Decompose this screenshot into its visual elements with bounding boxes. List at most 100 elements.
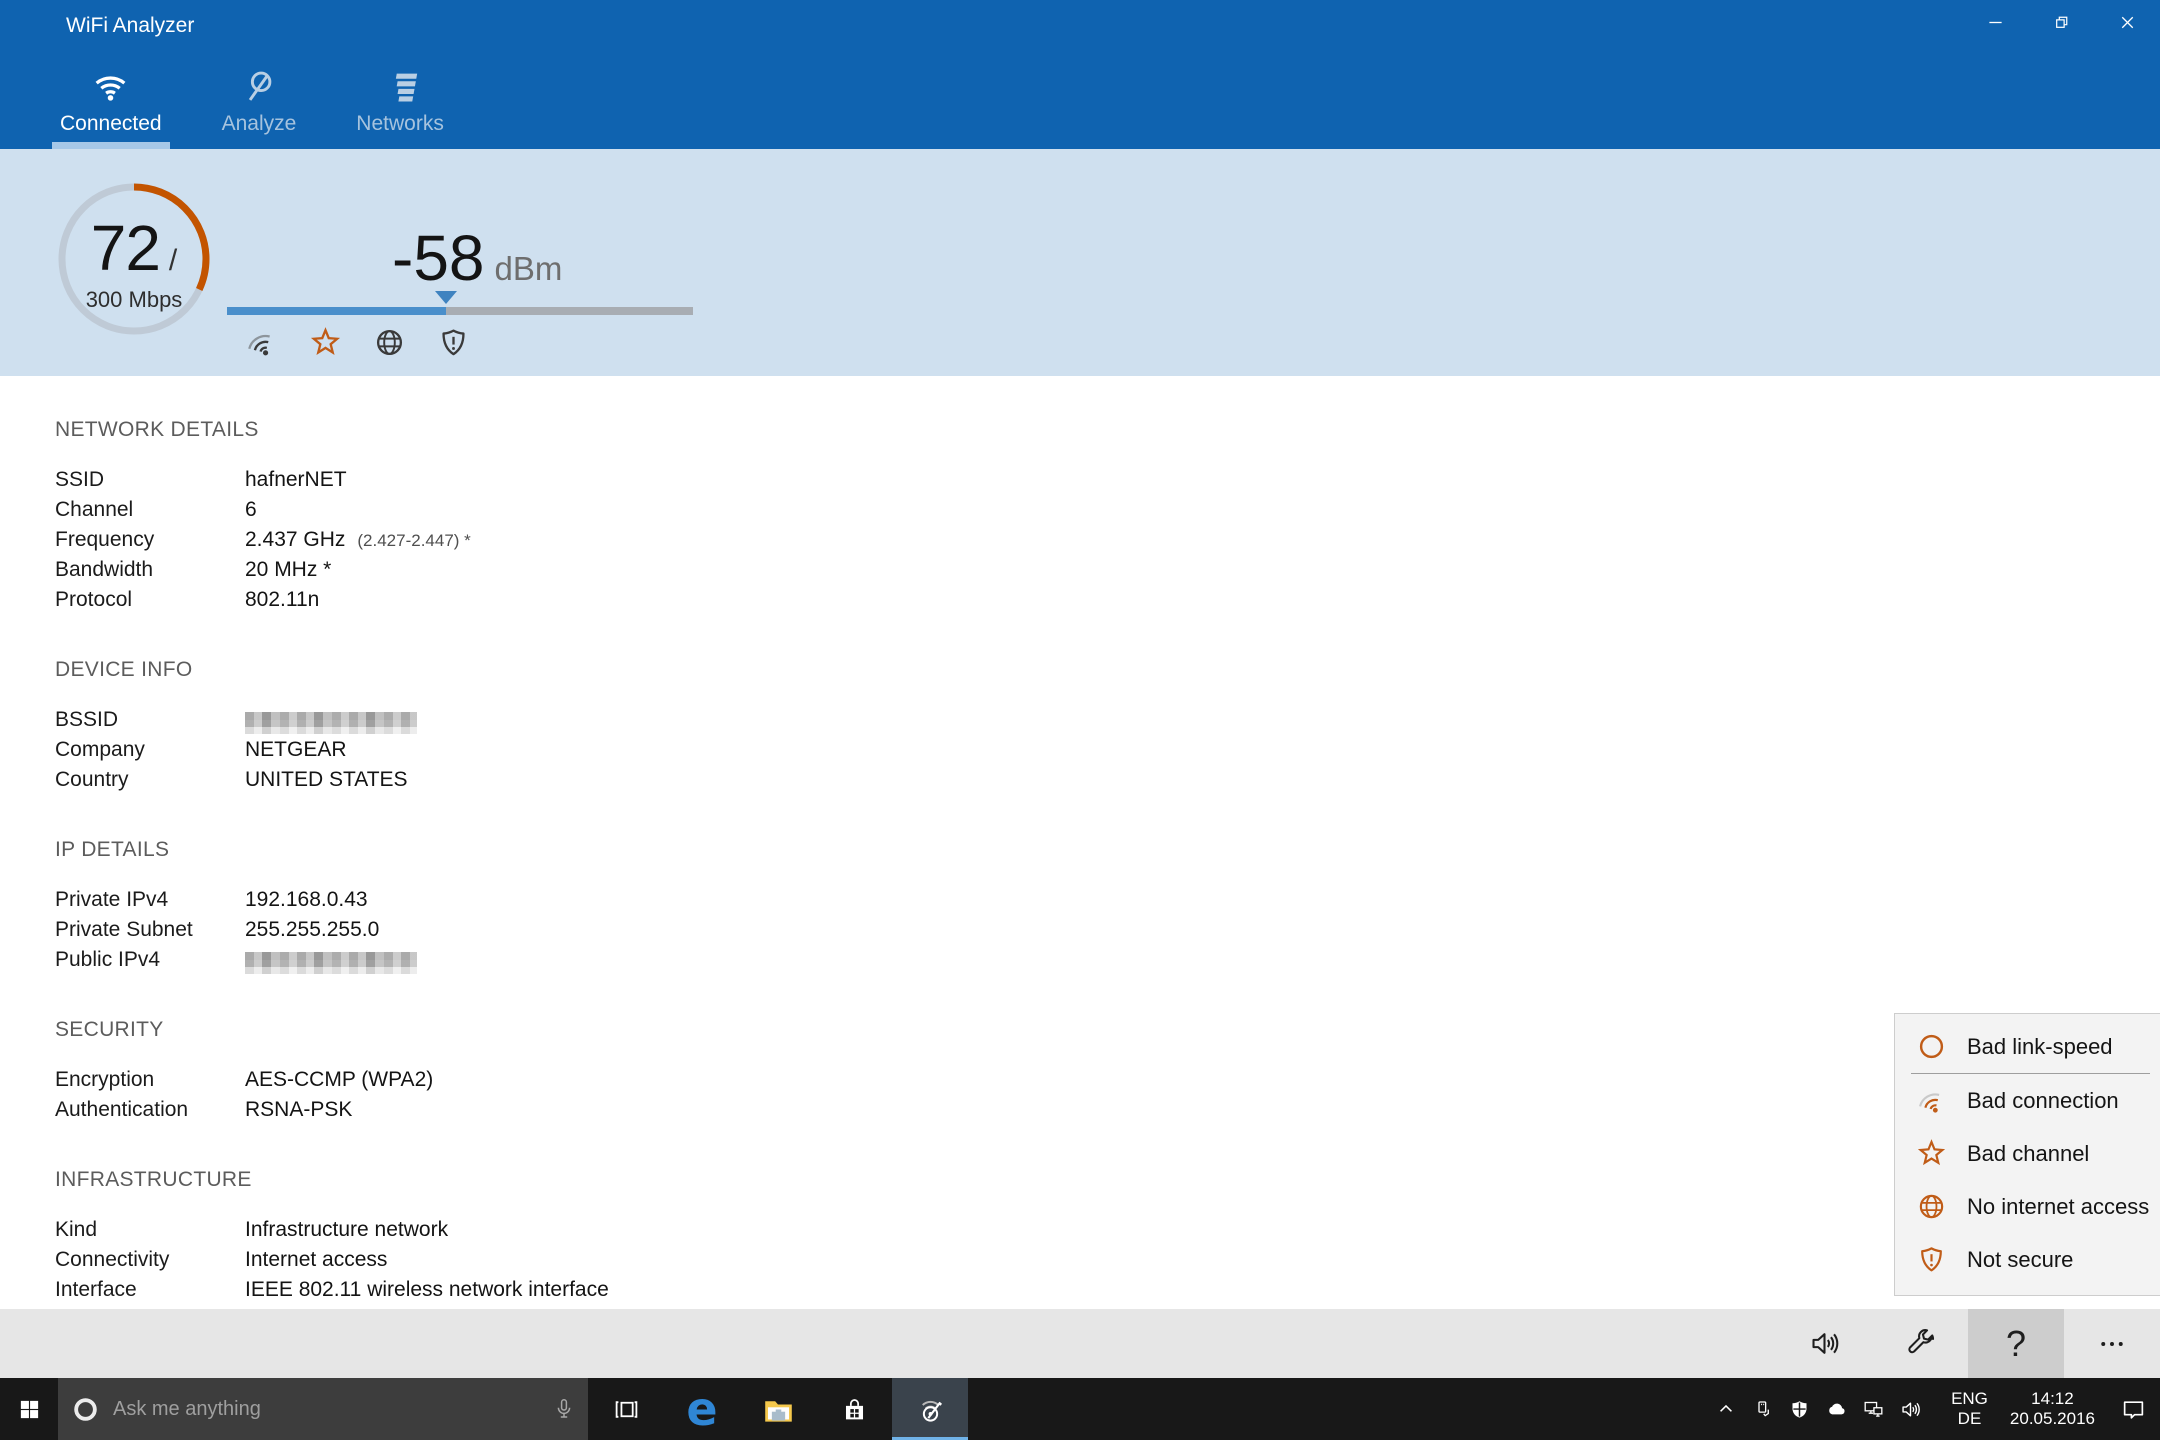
tray-volume-icon[interactable] [1892,1399,1929,1420]
signal-strength-value: -58 dBm [392,221,562,295]
tray-onedrive-icon[interactable] [1818,1399,1855,1420]
slider-fill [227,307,446,315]
maximize-button[interactable] [2028,0,2094,44]
wifi-analyzer-app-button[interactable] [892,1378,968,1440]
section-ip-details: IP DETAILSPrivate IPv4192.168.0.43Privat… [55,838,2160,978]
detail-label: BSSID [55,708,245,732]
system-tray: ENG DE 14:12 20.05.2016 [1707,1378,2160,1440]
tab-connected[interactable]: Connected [52,68,170,149]
shield-alert-icon [1915,1245,1947,1274]
detail-row: EncryptionAES-CCMP (WPA2) [55,1068,2160,1098]
tab-bar: Connected Analyze Networks [52,68,452,149]
file-explorer-app-button[interactable] [740,1378,816,1440]
task-view-button[interactable] [588,1378,664,1440]
title-bar: WiFi Analyzer ConnectedAnalyzeNetworks [0,0,2160,149]
detail-value: UNITED STATES [245,768,408,792]
tab-analyze[interactable]: Analyze [214,68,305,149]
edge-app-button[interactable]: e [664,1378,740,1440]
detail-value: 192.168.0.43 [245,888,368,912]
volume-button[interactable] [1776,1309,1872,1378]
detail-label: SSID [55,468,245,492]
detail-value: hafnerNET [245,468,347,492]
settings-wrench-button[interactable] [1872,1309,1968,1378]
detail-label: Bandwidth [55,558,245,582]
section-infrastructure: INFRASTRUCTURE KindInfrastructure network… [55,1168,2160,1308]
details-panel: NETWORK DETAILSSSIDhafnerNETChannel6Freq… [0,376,2160,1309]
search-input[interactable] [111,1397,552,1422]
legend-no-internet-access: No internet access [1895,1180,2160,1233]
search-box[interactable] [58,1378,588,1440]
help-button[interactable]: ? [1968,1309,2064,1378]
minimize-button[interactable] [1962,0,2028,44]
link-speed-gauge: 72/ 300 Mbps [56,181,212,337]
clock[interactable]: 14:12 20.05.2016 [2010,1389,2095,1429]
window-controls [1962,0,2160,44]
language-indicator[interactable]: ENG DE [1951,1389,1988,1429]
detail-value: IEEE 802.11 wireless network interface [245,1278,609,1302]
wifi-signal-icon [1915,1086,1947,1115]
detail-row: Protocol802.11n [55,588,2160,618]
tab-label: Analyze [222,112,297,136]
taskbar-apps: e [588,1378,968,1440]
detail-row: Channel6 [55,498,2160,528]
detail-row: Private IPv4192.168.0.43 [55,888,2160,918]
detail-label: Channel [55,498,245,522]
connection-quality-icon [246,327,277,358]
start-button[interactable] [0,1378,58,1440]
redacted-value [245,712,417,734]
tray-network-icon[interactable] [1855,1399,1892,1420]
internet-access-icon [374,327,405,358]
tray-defender-icon[interactable] [1781,1399,1818,1420]
detail-value: NETGEAR [245,738,347,762]
detail-label: Kind [55,1218,245,1242]
tray-usb-icon[interactable] [1744,1399,1781,1420]
detail-value: Infrastructure network [245,1218,448,1242]
taskbar: e ENG DE 14:12 20.05.2016 [0,1378,2160,1440]
star-icon [1915,1139,1947,1168]
close-button[interactable] [2094,0,2160,44]
tab-networks[interactable]: Networks [348,68,452,149]
detail-row: CompanyNETGEAR [55,738,2160,768]
section-title: SECURITY [55,1018,2160,1042]
security-icon [438,327,469,358]
detail-row: Public IPv4 [55,948,2160,978]
section-title: DEVICE INFO [55,658,2160,682]
networks-icon [383,68,418,104]
tab-label: Connected [60,112,162,136]
detail-row: KindInfrastructure network [55,1218,2160,1248]
language-secondary: DE [1951,1409,1988,1429]
detail-value: RSNA-PSK [245,1098,352,1122]
detail-row: AuthenticationRSNA-PSK [55,1098,2160,1128]
tray-icon-group [1707,1399,1929,1420]
detail-value: 2.437 GHz [245,528,345,552]
more-button[interactable] [2064,1309,2160,1378]
tray-chevron-up-icon[interactable] [1707,1399,1744,1419]
legend-bad-channel: Bad channel [1895,1127,2160,1180]
clock-date: 20.05.2016 [2010,1409,2095,1429]
help-icon: ? [2006,1323,2026,1365]
action-center-button[interactable] [2121,1397,2146,1422]
section-title: INFRASTRUCTURE [55,1168,2160,1192]
detail-row: Bandwidth20 MHz * [55,558,2160,588]
detail-note: (2.427-2.447) * [357,531,470,551]
cortana-icon [72,1396,99,1423]
slider-marker-icon[interactable] [435,291,457,304]
legend-bad-connection: Bad connection [1895,1074,2160,1127]
detail-row: CountryUNITED STATES [55,768,2160,798]
status-icon-row [246,327,469,358]
legend-not-secure: Not secure [1895,1233,2160,1286]
redacted-value [245,952,417,974]
analyze-icon [241,68,276,104]
globe-icon [1915,1192,1947,1221]
detail-label: Frequency [55,528,245,552]
detail-label: Public IPv4 [55,948,245,972]
signal-strength-slider[interactable] [227,307,693,315]
tab-label: Networks [356,112,444,136]
command-bar: ? [0,1309,2160,1378]
microphone-icon[interactable] [552,1397,576,1421]
detail-row: Frequency2.437 GHz (2.427-2.447) * [55,528,2160,558]
legend-label: Bad connection [1967,1088,2119,1114]
legend-label: Bad link-speed [1967,1034,2113,1060]
store-app-button[interactable] [816,1378,892,1440]
detail-row: BSSID [55,708,2160,738]
